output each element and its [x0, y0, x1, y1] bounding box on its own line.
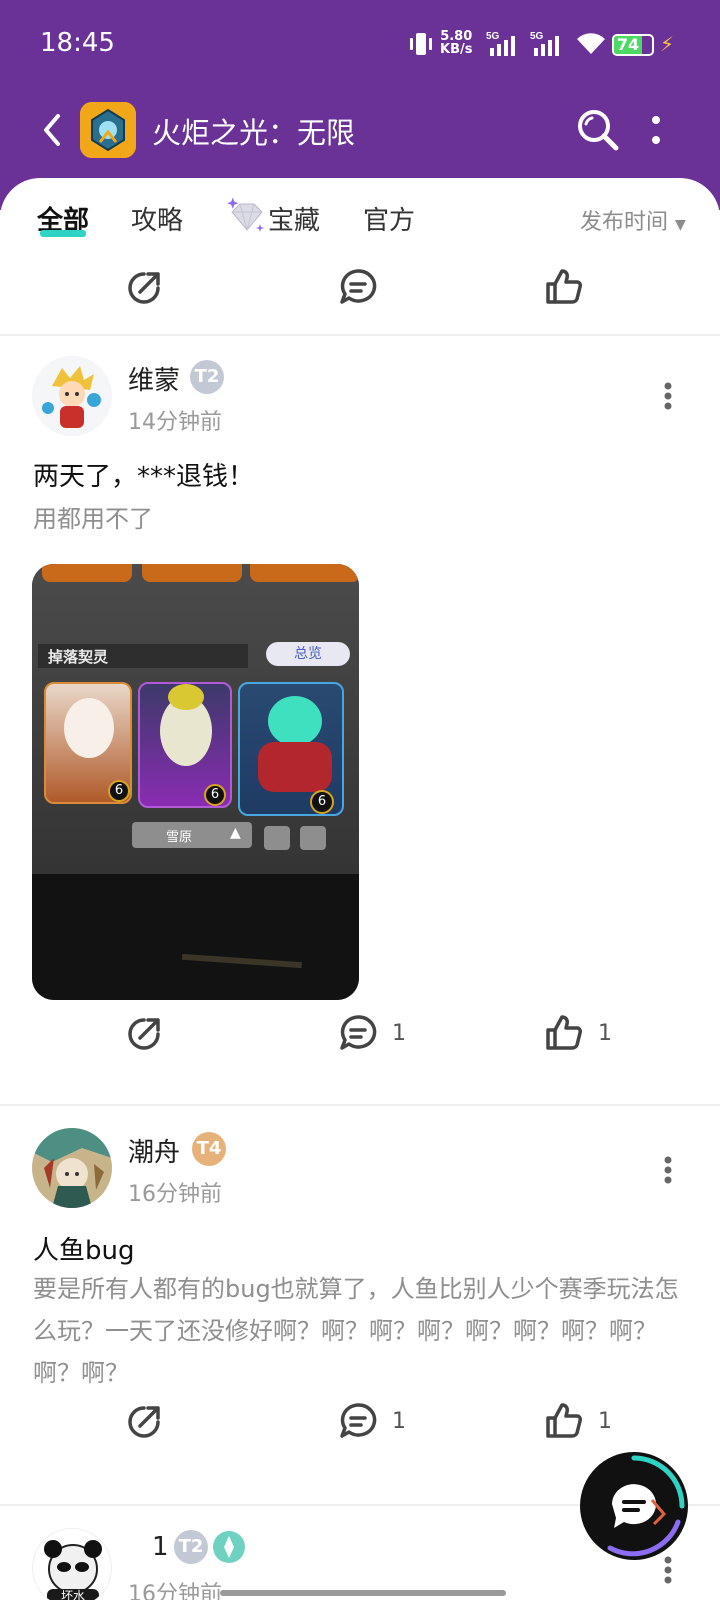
post-title[interactable]: 两天了，***退钱！ [33, 456, 254, 493]
comment-button[interactable]: 1 [338, 1396, 406, 1446]
charging-icon: ⚡ [660, 32, 675, 56]
comment-icon [340, 1403, 377, 1438]
share-icon [128, 1018, 160, 1050]
like-count: 1 [598, 1020, 612, 1046]
avatar[interactable]: 坏水 [32, 1528, 112, 1600]
tab-guide[interactable]: 攻略 [131, 200, 183, 237]
avatar[interactable] [32, 1128, 112, 1208]
like-button[interactable]: 1 [544, 1396, 612, 1446]
post-title[interactable]: 人鱼bug [33, 1230, 135, 1267]
wifi-icon [577, 33, 605, 54]
vibrate-icon [410, 33, 432, 55]
svg-text:5G: 5G [530, 31, 544, 42]
comment-button[interactable]: 1 [338, 1008, 406, 1058]
comment-button[interactable] [338, 262, 392, 312]
comment-icon [340, 269, 377, 304]
pencil-icon [264, 826, 290, 850]
image-region-label: 雪原 [166, 830, 193, 845]
home-indicator [220, 1590, 506, 1596]
username[interactable]: 维蒙 [128, 360, 180, 397]
image-section-label: 掉落契灵 [48, 648, 109, 666]
like-icon [546, 1015, 582, 1050]
svg-text:5G: 5G [486, 31, 500, 42]
chat-fab-button[interactable] [580, 1452, 688, 1560]
chat-fab-icon [582, 1454, 686, 1558]
comment-count: 1 [392, 1020, 406, 1046]
post-card[interactable]: 维蒙 T2 14分钟前 两天了，***退钱！ 用都用不了 掉落契灵 总览 6 6… [0, 336, 720, 1106]
avatar[interactable] [32, 356, 112, 436]
sort-dropdown[interactable]: 发布时间 ▼ [580, 204, 686, 236]
post-more-icon[interactable] [664, 382, 672, 410]
like-icon [546, 269, 582, 304]
tab-active-indicator [40, 230, 86, 237]
game-card: 6 [238, 682, 344, 816]
share-button[interactable] [126, 262, 164, 312]
post-card[interactable]: 潮舟 T4 16分钟前 人鱼bug 要是所有人都有的bug也就算了，人鱼比别人少… [0, 1106, 720, 1504]
post-more-icon[interactable] [664, 1156, 672, 1184]
post-actions: 1 1 [0, 1008, 720, 1058]
network-speed: 5.80 KB/s [440, 29, 473, 57]
post-actions [0, 262, 720, 312]
like-icon [546, 1403, 582, 1438]
image-overview-button: 总览 [266, 642, 350, 666]
back-icon[interactable] [38, 108, 68, 152]
game-logo [80, 102, 136, 158]
game-card: 6 [44, 682, 132, 804]
signal-icon: 5G [486, 31, 515, 56]
post-image[interactable]: 掉落契灵 总览 6 6 6 雪原 ▲ [32, 564, 359, 1000]
gear-icon [300, 826, 326, 850]
post-time: 14分钟前 [128, 410, 222, 435]
post-body[interactable]: 要是所有人都有的bug也就算了，人鱼比别人少个赛季玩法怎么玩？一天了还没修好啊？… [33, 1268, 693, 1394]
like-button[interactable] [544, 262, 598, 312]
page-title: 火炬之光：无限 [152, 116, 356, 150]
post-body[interactable]: 用都用不了 [33, 498, 693, 540]
share-button[interactable] [126, 1008, 164, 1058]
post-actions: 1 1 [0, 1396, 720, 1446]
tab-official[interactable]: 官方 [363, 200, 415, 237]
status-time: 18:45 [40, 28, 115, 58]
signal-icon: 5G [530, 31, 559, 56]
status-bar: 18:45 5.80 KB/s 5G 5G 74 ⚡ [0, 0, 720, 90]
nav-bar: 火炬之光：无限 [0, 100, 720, 160]
more-icon[interactable] [650, 112, 662, 148]
level-badge: T2 [174, 1530, 208, 1564]
like-count: 1 [598, 1408, 612, 1434]
post-time: 16分钟前 [128, 1182, 222, 1207]
post-time: 16分钟前 [128, 1582, 222, 1600]
post-more-icon[interactable] [664, 1556, 672, 1584]
level-badge: T2 [190, 360, 224, 394]
username[interactable]: 1 [152, 1532, 169, 1562]
game-card: 6 [138, 682, 232, 808]
comment-icon [340, 1015, 377, 1050]
username[interactable]: 潮舟 [128, 1132, 180, 1169]
caret-down-icon: ▼ [675, 217, 686, 233]
like-button[interactable]: 1 [544, 1008, 612, 1058]
share-button[interactable] [126, 1396, 164, 1446]
diamond-icon [227, 197, 264, 232]
tab-treasure[interactable]: 宝藏 [268, 200, 320, 237]
battery-indicator: 74 [612, 34, 654, 56]
level-badge: T4 [192, 1132, 226, 1166]
comment-count: 1 [392, 1408, 406, 1434]
category-tabs: 全部 攻略 宝藏 官方 发布时间 ▼ [0, 178, 720, 258]
share-icon [128, 1406, 160, 1438]
share-icon [128, 272, 160, 304]
achievement-badge-icon [213, 1531, 245, 1563]
search-icon[interactable] [574, 106, 622, 154]
